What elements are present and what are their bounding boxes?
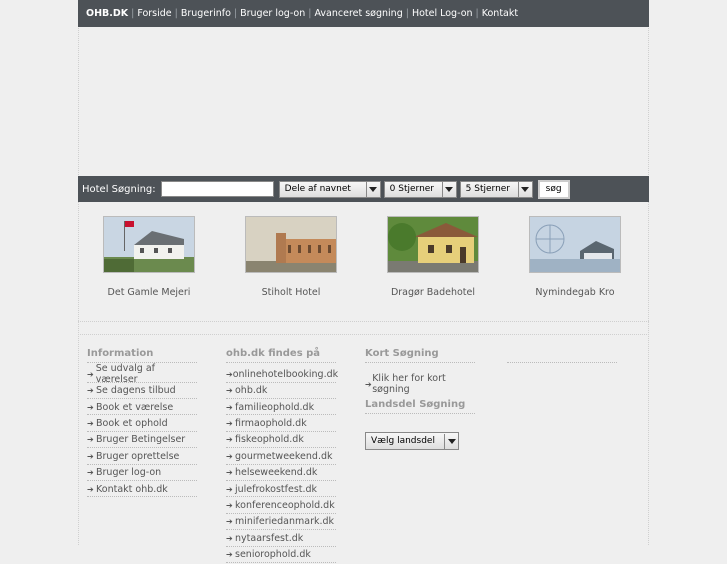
footer-info-link[interactable]: ➔ Bruger oprettelse (87, 449, 197, 465)
hotel-card[interactable]: Det Gamle Mejeri (78, 216, 220, 298)
arrow-right-icon: ➔ (87, 369, 94, 379)
nav-forside[interactable]: Forside (137, 8, 171, 19)
hotel-card[interactable]: Nymindegab Kro (504, 216, 646, 298)
arrow-right-icon: ➔ (226, 369, 233, 379)
arrow-right-icon: ➔ (226, 484, 233, 494)
arrow-right-icon: ➔ (87, 451, 94, 461)
nav-bruger-log-on[interactable]: Bruger log-on (240, 8, 305, 19)
search-label: Hotel Søgning: (82, 183, 156, 195)
top-nav: OHB.DK | Forside | Brugerinfo | Bruger l… (78, 0, 649, 27)
arrow-right-icon: ➔ (226, 500, 233, 510)
hotel-photo-mejeri[interactable] (103, 216, 195, 273)
footer-site-link[interactable]: ➔ familieophold.dk (226, 400, 336, 416)
footer-sites-title: ohb.dk findes på (226, 348, 336, 363)
footer-info-link[interactable]: ➔ Kontakt ohb.dk (87, 482, 197, 498)
footer-info-link[interactable]: ➔ Bruger log-on (87, 465, 197, 481)
footer-info-link[interactable]: ➔ Se dagens tilbud (87, 383, 197, 399)
arrow-right-icon: ➔ (226, 451, 233, 461)
arrow-right-icon: ➔ (226, 533, 233, 543)
footer-info-link[interactable]: ➔ Book et værelse (87, 400, 197, 416)
arrow-right-icon: ➔ (365, 379, 372, 389)
min-stars-select[interactable]: 0 Stjerner (383, 180, 457, 198)
landsdel-select[interactable]: Vælg landsdel (365, 432, 459, 450)
hotel-card[interactable]: Dragør Badehotel (362, 216, 504, 298)
arrow-right-icon: ➔ (226, 435, 233, 445)
footer-site-link[interactable]: ➔ ohb.dk (226, 383, 336, 399)
footer-site-link[interactable]: ➔ onlinehotelbooking.dk (226, 367, 338, 383)
footer: Information ➔ Se udvalg af værelser ➔ Se d… (78, 334, 649, 563)
chevron-down-icon (441, 181, 456, 197)
footer-info-title: Information (87, 348, 197, 363)
footer-site-link[interactable]: ➔ konferenceophold.dk (226, 498, 336, 514)
footer-site-link[interactable]: ➔ gourmetweekend.dk (226, 449, 336, 465)
footer-info-link[interactable]: ➔ Book et ophold (87, 416, 197, 432)
arrow-right-icon: ➔ (226, 386, 233, 396)
arrow-right-icon: ➔ (226, 517, 233, 527)
footer-info-link[interactable]: ➔ Se udvalg af værelser (87, 363, 197, 385)
arrow-right-icon: ➔ (87, 418, 94, 428)
chevron-down-icon (444, 433, 458, 449)
footer-site-link[interactable]: ➔ miniferiedanmark.dk (226, 515, 336, 531)
footer-map-search: Kort Søgning ➔ Klik her for kort søgning… (365, 348, 475, 450)
hotel-card[interactable]: Stiholt Hotel (220, 216, 362, 298)
arrow-right-icon: ➔ (226, 550, 233, 560)
footer-site-link[interactable]: ➔ julefrokostfest.dk (226, 482, 336, 498)
max-stars-select[interactable]: 5 Stjerner (459, 180, 533, 198)
kort-search-link[interactable]: ➔ Klik her for kort søgning (365, 373, 475, 395)
nav-hotel-log-on[interactable]: Hotel Log-on (412, 8, 473, 19)
footer-info-link[interactable]: ➔ Bruger Betingelser (87, 433, 197, 449)
footer-kort-title: Kort Søgning (365, 348, 475, 363)
hotel-photo-nymindegab[interactable] (529, 216, 621, 273)
arrow-right-icon: ➔ (226, 402, 233, 412)
hotel-search-bar: Hotel Søgning: Dele af navnet 0 Stjerner… (78, 176, 649, 202)
hotel-name[interactable]: Dragør Badehotel (362, 287, 504, 298)
nav-avanceret-soegning[interactable]: Avanceret søgning (314, 8, 402, 19)
footer-information: Information ➔ Se udvalg af værelser ➔ Se d… (87, 348, 197, 498)
footer-site-link[interactable]: ➔ seniorophold.dk (226, 547, 336, 563)
arrow-right-icon: ➔ (87, 402, 94, 412)
chevron-down-icon (517, 181, 532, 197)
hotel-photo-stiholt[interactable] (245, 216, 337, 273)
footer-site-link[interactable]: ➔ firmaophold.dk (226, 416, 336, 432)
hotel-photo-dragoer[interactable] (387, 216, 479, 273)
nav-kontakt[interactable]: Kontakt (482, 8, 518, 19)
featured-hotels: Det Gamle Mejeri Stiholt Hotel Dragør Ba… (78, 203, 649, 322)
arrow-right-icon: ➔ (226, 468, 233, 478)
arrow-right-icon: ➔ (226, 418, 233, 428)
footer-sites: ohb.dk findes på ➔ onlinehotelbooking.dk … (226, 348, 338, 564)
chevron-down-icon (365, 181, 380, 197)
search-button[interactable]: søg (537, 179, 570, 199)
arrow-right-icon: ➔ (87, 435, 94, 445)
footer-site-link[interactable]: ➔ fiskeophold.dk (226, 433, 336, 449)
arrow-right-icon: ➔ (87, 386, 94, 396)
arrow-right-icon: ➔ (87, 468, 94, 478)
footer-site-link[interactable]: ➔ nytaarsfest.dk (226, 531, 336, 547)
nav-brugerinfo[interactable]: Brugerinfo (181, 8, 231, 19)
footer-site-link[interactable]: ➔ helseweekend.dk (226, 465, 336, 481)
brand-logo[interactable]: OHB.DK (86, 8, 128, 19)
footer-empty-column (507, 362, 617, 363)
footer-landsdel-title: Landsdel Søgning (365, 399, 475, 414)
hotel-search-input[interactable] (160, 181, 274, 197)
arrow-right-icon: ➔ (87, 484, 94, 494)
hotel-name[interactable]: Nymindegab Kro (504, 287, 646, 298)
hotel-name[interactable]: Det Gamle Mejeri (78, 287, 220, 298)
hotel-name[interactable]: Stiholt Hotel (220, 287, 362, 298)
match-type-select[interactable]: Dele af navnet (278, 180, 381, 198)
